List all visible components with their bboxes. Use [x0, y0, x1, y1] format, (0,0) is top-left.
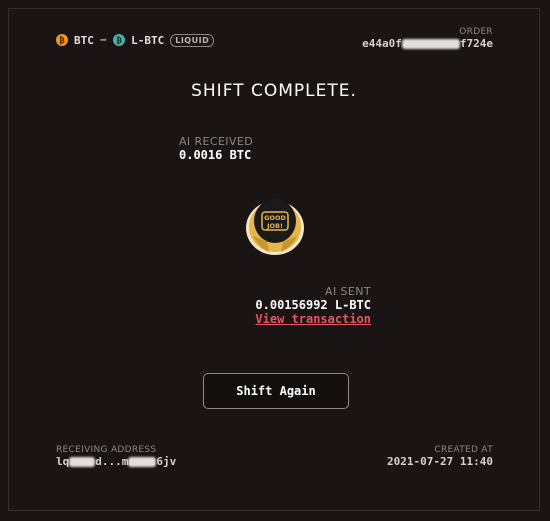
- shift-again-button[interactable]: Shift Again: [203, 373, 349, 409]
- arrow-right-icon: ➡: [99, 33, 108, 47]
- address-end: 6jv: [156, 455, 177, 468]
- view-transaction-link[interactable]: View transaction: [255, 312, 371, 326]
- order-id: e44a0f f724e: [362, 37, 493, 50]
- network-badge: LIQUID: [170, 33, 215, 47]
- sent-amount: 0.00156992 L-BTC: [255, 298, 371, 312]
- redacted-blur: [401, 39, 460, 49]
- received-amount: 0.0016 BTC: [179, 148, 252, 162]
- receiving-address-value: lq d...m 6jv: [56, 455, 176, 468]
- order-id-end: f724e: [459, 37, 493, 50]
- sent-label: AI SENT: [325, 285, 371, 298]
- liquid-bitcoin-icon: ₿: [113, 34, 126, 46]
- mascot-text-line2: JOB!: [266, 222, 283, 230]
- pair-indicator: ₿ BTC ➡ ₿ L-BTC LIQUID: [56, 33, 215, 47]
- received-block: AI RECEIVED 0.0016 BTC: [179, 135, 253, 162]
- order-id-start: e44a0f: [362, 37, 402, 50]
- order-info: ORDER e44a0f f724e: [362, 27, 493, 50]
- receiving-address-label: RECEIVING ADDRESS: [56, 445, 157, 455]
- created-at-label: CREATED AT: [434, 445, 493, 455]
- received-label: AI RECEIVED: [179, 135, 254, 148]
- order-label: ORDER: [459, 27, 493, 37]
- receiving-address-block: RECEIVING ADDRESS lq d...m 6jv: [56, 445, 176, 468]
- bitcoin-icon: ₿: [56, 34, 68, 46]
- mascot-text-line1: GOOD: [264, 214, 286, 222]
- to-symbol: L-BTC: [131, 33, 165, 47]
- page-title: SHIFT COMPLETE.: [191, 81, 357, 101]
- created-at-block: CREATED AT 2021-07-27 11:40: [387, 445, 493, 468]
- from-symbol: BTC: [74, 33, 94, 47]
- created-at-value: 2021-07-27 11:40: [387, 455, 493, 468]
- fox-helmet-icon: GOOD JOB!: [243, 192, 307, 258]
- address-middle: d...m: [95, 455, 129, 468]
- sent-block: AI SENT 0.00156992 L-BTC View transactio…: [255, 285, 371, 326]
- redacted-blur: [128, 457, 157, 467]
- address-start: lq: [56, 455, 70, 468]
- shift-card: ₿ BTC ➡ ₿ L-BTC LIQUID ORDER e44a0f f724e…: [8, 8, 540, 511]
- redacted-blur: [69, 457, 96, 467]
